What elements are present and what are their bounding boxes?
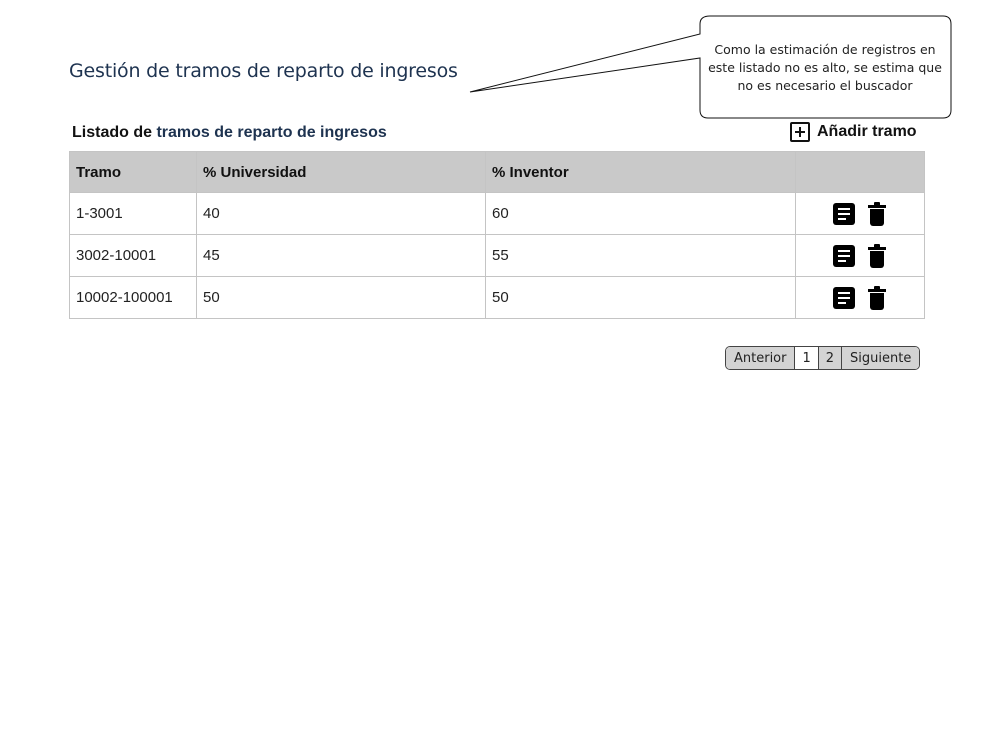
cell-inventor: 50 — [485, 276, 796, 319]
cell-inventor: 60 — [485, 192, 796, 235]
trash-icon[interactable] — [867, 201, 887, 226]
header-tramo: Tramo — [69, 151, 197, 193]
next-page-button[interactable]: Siguiente — [841, 347, 920, 369]
page: Gestión de tramos de reparto de ingresos… — [0, 0, 1000, 750]
page-title: Gestión de tramos de reparto de ingresos — [69, 60, 458, 82]
page-2-button[interactable]: 2 — [817, 347, 842, 369]
table-row: 1-3001 40 60 — [69, 192, 925, 235]
list-title-accent: tramos de reparto de ingresos — [156, 124, 387, 141]
cell-inventor: 55 — [485, 234, 796, 277]
cell-actions — [795, 192, 925, 235]
cell-tramo: 1-3001 — [69, 192, 197, 235]
add-tramo-button[interactable]: Añadir tramo — [790, 122, 917, 142]
header-universidad: % Universidad — [196, 151, 486, 193]
trash-icon[interactable] — [867, 243, 887, 268]
previous-page-button[interactable]: Anterior — [726, 347, 795, 369]
cell-actions — [795, 276, 925, 319]
trash-icon[interactable] — [867, 285, 887, 310]
cell-tramo: 10002-100001 — [69, 276, 197, 319]
table-row: 10002-100001 50 50 — [69, 276, 925, 319]
header-actions — [795, 151, 925, 193]
cell-universidad: 50 — [196, 276, 486, 319]
table-row: 3002-10001 45 55 — [69, 234, 925, 277]
document-icon[interactable] — [833, 202, 855, 225]
table-header-row: Tramo % Universidad % Inventor — [69, 151, 925, 193]
document-icon[interactable] — [833, 244, 855, 267]
cell-tramo: 3002-10001 — [69, 234, 197, 277]
document-icon[interactable] — [833, 286, 855, 309]
add-tramo-label: Añadir tramo — [817, 123, 917, 140]
cell-universidad: 40 — [196, 192, 486, 235]
callout-text: Como la estimación de registros en este … — [708, 42, 942, 93]
list-title: Listado de tramos de reparto de ingresos — [72, 124, 387, 142]
header-inventor: % Inventor — [485, 151, 796, 193]
tramos-table: Tramo % Universidad % Inventor 1-3001 40… — [69, 151, 925, 319]
plus-square-icon — [790, 122, 810, 142]
cell-universidad: 45 — [196, 234, 486, 277]
list-title-prefix: Listado de — [72, 124, 157, 141]
page-1-button[interactable]: 1 — [794, 347, 818, 369]
cell-actions — [795, 234, 925, 277]
pagination: Anterior 1 2 Siguiente — [725, 346, 921, 370]
